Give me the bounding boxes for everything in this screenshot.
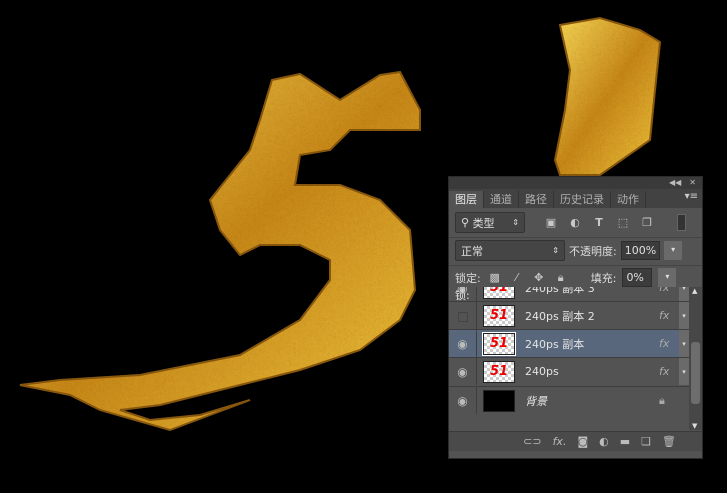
chevron-down-icon[interactable]: ▾	[679, 358, 689, 385]
adjustment-filter-icon[interactable]: ◐	[567, 216, 583, 229]
updown-icon: ⇕	[552, 246, 559, 255]
fx-icon[interactable]: fx	[659, 337, 679, 350]
link-layers-icon[interactable]: ⊂⊃	[523, 435, 541, 448]
lock-all-icon[interactable]: 🔒︎	[553, 271, 569, 285]
chevron-down-icon[interactable]: ▾	[679, 330, 689, 357]
panel-menu-icon[interactable]: ▾≡	[685, 191, 698, 202]
smart-object-filter-icon[interactable]: ❐	[639, 216, 655, 229]
layer-row[interactable]: ◉ 背景 🔒︎	[449, 386, 689, 414]
digit-1	[553, 16, 662, 176]
fx-icon[interactable]: fx.	[553, 435, 567, 448]
layer-name: 背景	[525, 394, 547, 408]
filter-kind-select[interactable]: ⚲ 类型 ⇕	[455, 212, 525, 233]
layer-thumbnail: 51	[482, 331, 516, 356]
new-layer-icon[interactable]: ❏	[641, 435, 651, 448]
panel-tabs: 图层 通道 路径 历史记录 动作 ▾≡	[449, 189, 702, 208]
panel-title-bar: ◀◀ ✕	[449, 177, 702, 189]
digit-5	[19, 70, 421, 432]
adjustment-layer-icon[interactable]: ◐	[599, 435, 609, 448]
scrollbar[interactable]: ▲ ▼	[689, 287, 702, 430]
fx-icon[interactable]: fx	[659, 287, 679, 294]
tab-channels[interactable]: 通道	[484, 191, 519, 208]
layer-thumbnail: 51	[483, 304, 515, 327]
opacity-input[interactable]: 100%	[620, 241, 661, 260]
filter-kind-label: 类型	[472, 216, 495, 230]
lock-label: 锁定:	[455, 271, 481, 285]
tab-actions[interactable]: 动作	[611, 191, 646, 208]
add-mask-icon[interactable]: ◙	[577, 435, 588, 448]
fx-icon[interactable]: fx	[659, 309, 679, 322]
eye-icon[interactable]: ◉	[449, 330, 477, 357]
layer-row-selected[interactable]: ◉ 51 240ps 副本 fx ▾	[449, 329, 689, 357]
blend-mode-value: 正常	[461, 244, 483, 258]
close-icon[interactable]: ✕	[689, 177, 696, 189]
filter-toggle[interactable]	[677, 214, 686, 231]
folder-icon[interactable]: ▬	[620, 435, 630, 448]
lock-position-move-icon[interactable]: ✥	[531, 271, 547, 284]
scroll-down-icon[interactable]: ▼	[692, 422, 697, 430]
search-icon: ⚲	[461, 216, 473, 229]
type-filter-icon[interactable]: T	[591, 216, 607, 229]
layers-panel: ◀◀ ✕ 图层 通道 路径 历史记录 动作 ▾≡ ⚲ 类型 ⇕ ▣ ◐ T ⬚ ❐ …	[448, 176, 703, 459]
opacity-dropdown[interactable]: ▾	[664, 241, 683, 260]
updown-icon: ⇕	[512, 218, 519, 227]
chevron-down-icon[interactable]: ▾	[679, 287, 689, 301]
panel-bottom-toolbar: ⊂⊃ fx. ◙ ◐ ▬ ❏ 🗑︎	[449, 431, 702, 451]
eye-icon[interactable]: ◉	[449, 358, 477, 385]
layer-thumbnail: 51	[483, 287, 515, 299]
layer-thumbnail: 51	[483, 360, 515, 383]
layer-name: 240ps 副本 3	[525, 287, 595, 295]
tab-layers[interactable]: 图层	[449, 191, 484, 208]
layer-row[interactable]: ◉ 51 240ps 副本 3 fx ▾	[449, 287, 689, 301]
trash-icon[interactable]: 🗑︎	[662, 435, 676, 448]
eye-icon[interactable]: ◉	[449, 387, 477, 414]
image-filter-icon[interactable]: ▣	[543, 216, 559, 229]
scroll-up-icon[interactable]: ▲	[692, 287, 697, 295]
lock-icon: 🔒︎	[659, 393, 665, 407]
layer-thumbnail	[483, 389, 515, 412]
fill-input[interactable]: 0%	[622, 268, 653, 287]
opacity-label: 不透明度:	[569, 244, 617, 258]
blend-mode-select[interactable]: 正常 ⇕	[455, 240, 565, 261]
layer-list: ◉ 51 240ps 副本 3 fx ▾ 锁: 51 240ps 副本 2 fx ▾ ◉ 51 2…	[449, 287, 689, 430]
tab-history[interactable]: 历史记录	[554, 191, 611, 208]
layer-name: 240ps 副本	[525, 337, 585, 351]
fx-icon[interactable]: fx	[659, 365, 679, 378]
scrollbar-thumb[interactable]	[691, 342, 700, 404]
shape-filter-icon[interactable]: ⬚	[615, 216, 631, 229]
fill-dropdown[interactable]: ▾	[658, 268, 677, 287]
layer-row[interactable]: 51 240ps 副本 2 fx ▾	[449, 301, 689, 329]
fill-label: 填充:	[590, 271, 617, 285]
visibility-toggle-empty[interactable]	[449, 302, 477, 329]
tab-paths[interactable]: 路径	[519, 191, 554, 208]
layer-row[interactable]: ◉ 51 240ps fx ▾	[449, 357, 689, 385]
collapse-icon[interactable]: ◀◀	[669, 177, 681, 189]
lock-transparent-icon[interactable]: ▩	[487, 271, 503, 284]
layer-name: 240ps	[525, 365, 559, 378]
chevron-down-icon[interactable]: ▾	[679, 302, 689, 329]
lock-paint-brush-icon[interactable]: ⁄	[509, 271, 525, 284]
layer-name: 240ps 副本 2	[525, 309, 595, 323]
